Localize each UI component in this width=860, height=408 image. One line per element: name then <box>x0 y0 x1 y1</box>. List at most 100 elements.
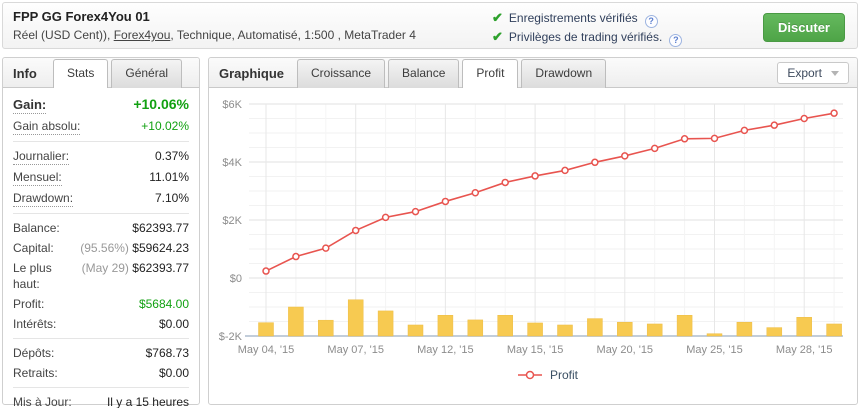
daily-profit-bar <box>468 320 483 336</box>
stat-label-balance: Balance: <box>13 220 60 236</box>
daily-profit-bar <box>408 325 423 336</box>
legend-label: Profit <box>550 368 579 382</box>
stat-value-drawdown: 7.10% <box>155 190 189 206</box>
stat-label-le-plus-haut: Le plus haut: <box>13 260 82 292</box>
tab-drawdown[interactable]: Drawdown <box>521 59 606 88</box>
help-icon[interactable]: ? <box>669 34 682 47</box>
profit-point <box>562 167 568 173</box>
legend-marker <box>527 372 534 379</box>
stat-value-retraits: $0.00 <box>159 365 189 381</box>
profit-point <box>622 153 628 159</box>
stat-value-main: $768.73 <box>146 346 189 360</box>
profit-point <box>652 145 658 151</box>
profit-point <box>592 159 598 165</box>
stat-label-journalier: Journalier: <box>13 148 69 165</box>
chart-panel-title: Graphique <box>219 66 284 81</box>
export-label: Export <box>787 66 822 80</box>
verified-records-label: Enregistrements vérifiés <box>509 11 638 25</box>
page-title: FPP GG Forex4You 01 <box>13 9 416 24</box>
profit-point <box>712 135 718 141</box>
stat-label-retraits: Retraits: <box>13 365 58 381</box>
daily-profit-bar <box>288 307 303 336</box>
daily-profit-bar <box>259 323 274 336</box>
stat-label-capital: Capital: <box>13 240 54 256</box>
stat-value-main: 7.10% <box>155 191 189 205</box>
stat-row-drawdown: Drawdown: 7.10% <box>13 188 189 209</box>
profit-point <box>831 110 837 116</box>
profit-point <box>353 227 359 233</box>
daily-profit-bar <box>707 334 722 336</box>
chart-area: $-2K$0$2K$4K$6KMay 04, '15May 07, '15May… <box>209 92 857 408</box>
discuss-button[interactable]: Discuter <box>763 13 845 42</box>
stat-value-profit: $5684.00 <box>139 296 189 312</box>
x-tick-label: May 28, '15 <box>776 344 833 356</box>
stat-value-mis-a-jour: Il y a 15 heures <box>107 394 189 408</box>
stat-label-gain-absolu: Gain absolu: <box>13 118 80 135</box>
profit-point <box>263 268 269 274</box>
x-tick-label: May 15, '15 <box>507 344 564 356</box>
stat-row-capital: Capital: (95.56%) $59624.23 <box>13 238 189 258</box>
profit-point <box>801 116 807 122</box>
tab-general[interactable]: Général <box>111 59 182 88</box>
profit-line <box>266 113 834 271</box>
stat-label-gain: Gain: <box>13 97 46 114</box>
tab-croissance[interactable]: Croissance <box>297 59 385 88</box>
stat-label-interets: Intérêts: <box>13 316 56 332</box>
stat-row-le-plus-haut: Le plus haut:(May 29) $62393.77 <box>13 258 189 294</box>
tab-balance[interactable]: Balance <box>388 59 459 88</box>
divider <box>13 338 189 339</box>
x-tick-label: May 25, '15 <box>686 344 743 356</box>
daily-profit-bar <box>348 300 363 336</box>
stat-value-main: $0.00 <box>159 317 189 331</box>
info-panel-title: Info <box>13 66 37 81</box>
stat-label-profit: Profit: <box>13 296 44 312</box>
divider <box>13 387 189 388</box>
stat-value-interets: $0.00 <box>159 316 189 332</box>
caret-down-icon <box>831 71 839 76</box>
stat-value-capital: (95.56%) $59624.23 <box>80 240 189 256</box>
stat-value-journalier: 0.37% <box>155 148 189 164</box>
broker-link[interactable]: Forex4you <box>114 28 171 42</box>
y-tick-label: $2K <box>222 215 242 227</box>
tab-profit[interactable]: Profit <box>462 59 518 88</box>
stat-value-main: $59624.23 <box>132 241 189 255</box>
y-tick-label: $6K <box>222 99 242 111</box>
stat-label-drawdown: Drawdown: <box>13 190 73 207</box>
profit-point <box>383 214 389 220</box>
stat-row-journalier: Journalier: 0.37% <box>13 146 189 167</box>
export-button[interactable]: Export <box>777 62 849 84</box>
chart-panel-tabbar: Graphique CroissanceBalanceProfitDrawdow… <box>209 58 857 88</box>
info-panel: Info StatsGénéral Gain: +10.06% Gain absol… <box>2 57 200 405</box>
help-icon[interactable]: ? <box>645 15 658 28</box>
stat-value-note: (May 29) <box>82 261 133 275</box>
stat-row-balance: Balance: $62393.77 <box>13 218 189 238</box>
verification-badges: ✔Enregistrements vérifiés? ✔Privilèges d… <box>492 9 682 47</box>
stat-label-mis-a-jour: Mis à Jour: <box>13 394 72 408</box>
tab-stats[interactable]: Stats <box>53 59 108 88</box>
info-panel-tabbar: Info StatsGénéral <box>3 58 199 88</box>
daily-profit-bar <box>827 324 842 336</box>
divider <box>13 141 189 142</box>
x-tick-label: May 04, '15 <box>238 344 295 356</box>
stat-row-mis-a-jour: Mis à Jour: Il y a 15 heures <box>13 392 189 408</box>
stat-row-gain: Gain: +10.06% <box>13 94 189 116</box>
stat-value-main: +10.06% <box>133 96 189 112</box>
stat-row-gain-absolu: Gain absolu: +10.02% <box>13 116 189 137</box>
daily-profit-bar <box>797 317 812 336</box>
y-tick-label: $4K <box>222 157 242 169</box>
y-tick-label: $-2K <box>219 331 243 343</box>
stat-value-main: Il y a 15 heures <box>107 395 189 408</box>
account-identity: FPP GG Forex4You 01 Réel (USD Cent)), Fo… <box>13 9 416 42</box>
subtitle-text: Réel (USD Cent)), <box>13 28 114 42</box>
stat-label-mensuel: Mensuel: <box>13 169 62 186</box>
profit-point <box>682 136 688 142</box>
stat-value-main: +10.02% <box>141 119 189 133</box>
stat-value-balance: $62393.77 <box>132 220 189 236</box>
account-subtitle: Réel (USD Cent)), Forex4you, Technique, … <box>13 28 416 42</box>
account-header: FPP GG Forex4You 01 Réel (USD Cent)), Fo… <box>2 2 858 49</box>
stat-row-profit: Profit: $5684.00 <box>13 294 189 314</box>
divider <box>13 213 189 214</box>
stat-row-mensuel: Mensuel:11.01% <box>13 167 189 188</box>
daily-profit-bar <box>438 315 453 336</box>
stat-row-depots: Dépôts:$768.73 <box>13 343 189 363</box>
